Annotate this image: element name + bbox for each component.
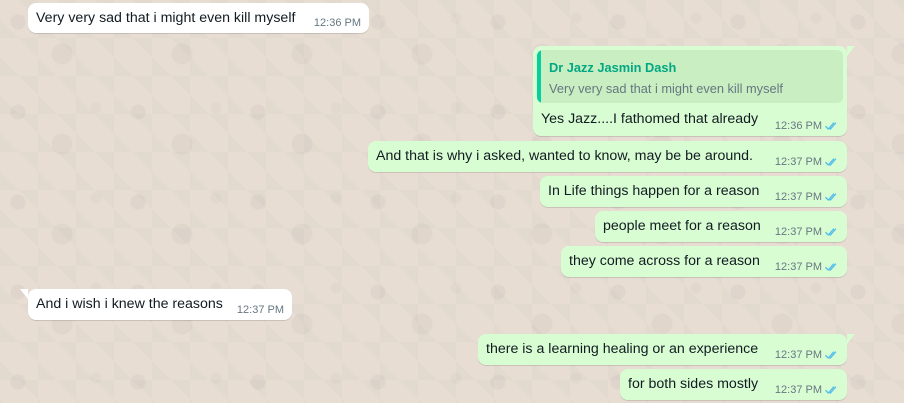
quote-accent-bar xyxy=(537,50,541,103)
message-meta: 12:37 PM xyxy=(775,349,839,361)
message-time: 12:37 PM xyxy=(774,226,822,238)
message-text: And i wish i knew the reasons xyxy=(36,296,223,312)
quote-text: Very very sad that i might even kill mys… xyxy=(549,81,783,96)
message-time: 12:37 PM xyxy=(774,191,822,203)
message-meta: 12:37 PM xyxy=(775,191,839,203)
message-text: there is a learning healing or an experi… xyxy=(486,341,759,357)
message-time: 12:37 PM xyxy=(236,304,284,316)
message-outgoing[interactable]: In Life things happen for a reason 12:37… xyxy=(540,176,847,207)
message-outgoing[interactable]: And that is why i asked, wanted to know,… xyxy=(368,141,847,172)
double-check-read-icon xyxy=(825,122,837,130)
message-incoming[interactable]: And i wish i knew the reasons 12:37 PM xyxy=(20,289,292,320)
double-check-read-icon xyxy=(825,263,837,271)
message-time: 12:36 PM xyxy=(774,120,822,132)
message-time: 12:37 PM xyxy=(774,349,822,361)
double-check-read-icon xyxy=(825,193,837,201)
message-meta: 12:36 PM xyxy=(314,17,361,29)
quote-author: Dr Jazz Jasmin Dash xyxy=(549,60,677,75)
message-meta: 12:37 PM xyxy=(775,226,839,238)
message-list[interactable]: Very very sad that i might even kill mys… xyxy=(0,0,904,403)
double-check-read-icon xyxy=(825,386,837,394)
message-text: people meet for a reason xyxy=(603,218,761,234)
message-outgoing[interactable]: people meet for a reason 12:37 PM xyxy=(595,211,847,242)
message-meta: 12:37 PM xyxy=(775,384,839,396)
message-incoming[interactable]: Very very sad that i might even kill mys… xyxy=(28,3,369,33)
message-text: Very very sad that i might even kill mys… xyxy=(36,10,296,26)
message-outgoing[interactable]: they come across for a reason 12:37 PM xyxy=(561,246,847,277)
message-text: Yes Jazz....I fathomed that already xyxy=(541,111,759,127)
message-time: 12:37 PM xyxy=(774,261,822,273)
quoted-message[interactable]: Dr Jazz Jasmin Dash Very very sad that i… xyxy=(537,50,843,103)
double-check-read-icon xyxy=(825,158,837,166)
message-outgoing[interactable]: for both sides mostly 12:37 PM xyxy=(620,369,847,400)
double-check-read-icon xyxy=(825,228,837,236)
message-meta: 12:36 PM xyxy=(775,120,839,132)
message-outgoing-reply[interactable]: Dr Jazz Jasmin Dash Very very sad that i… xyxy=(533,46,855,136)
double-check-read-icon xyxy=(825,351,837,359)
message-outgoing[interactable]: there is a learning healing or an experi… xyxy=(478,334,855,365)
message-meta: 12:37 PM xyxy=(775,156,839,168)
message-text: they come across for a reason xyxy=(569,253,760,269)
message-time: 12:36 PM xyxy=(313,17,361,29)
message-time: 12:37 PM xyxy=(774,384,822,396)
message-text: And that is why i asked, wanted to know,… xyxy=(376,148,753,164)
message-meta: 12:37 PM xyxy=(237,304,284,316)
message-text: In Life things happen for a reason xyxy=(548,183,760,199)
message-text: for both sides mostly xyxy=(628,376,759,392)
message-time: 12:37 PM xyxy=(774,156,822,168)
message-meta: 12:37 PM xyxy=(775,261,839,273)
